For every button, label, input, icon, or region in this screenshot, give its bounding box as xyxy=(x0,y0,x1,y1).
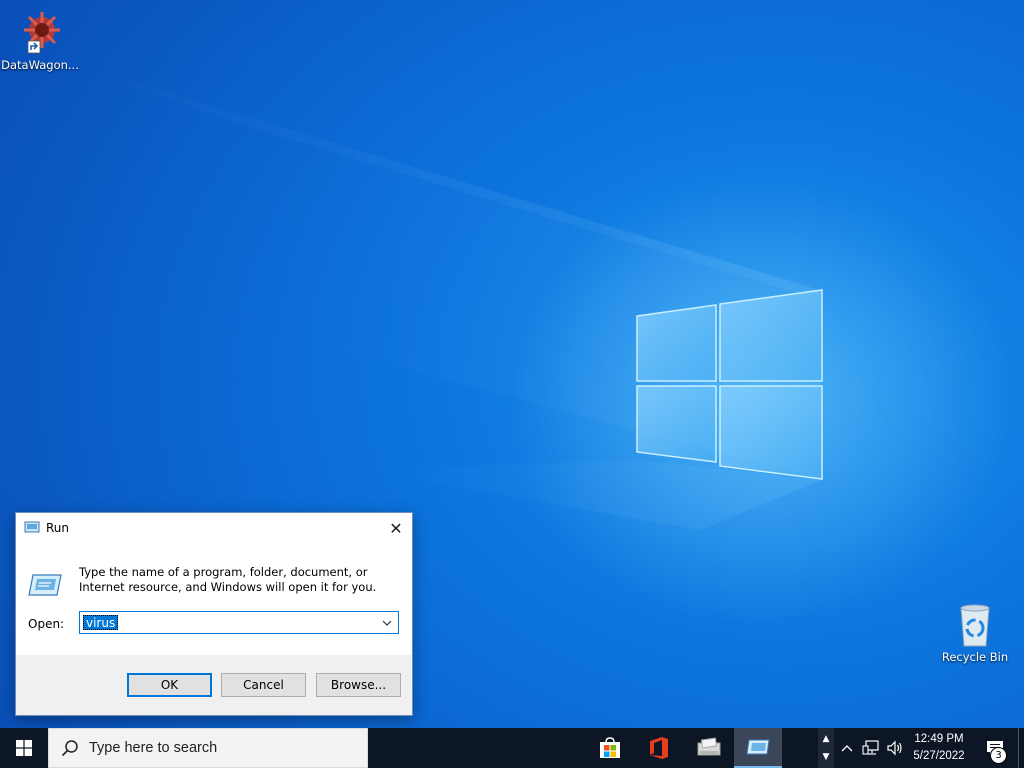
clock-time: 12:49 PM xyxy=(914,733,964,745)
network-tray-button[interactable] xyxy=(860,728,882,768)
volume-icon xyxy=(887,740,902,756)
store-icon xyxy=(600,737,620,758)
ok-button[interactable]: OK xyxy=(127,673,212,697)
run-icon xyxy=(746,739,770,755)
desktop-icon-recycle-bin[interactable]: Recycle Bin xyxy=(935,600,1015,664)
mail-scanner-icon xyxy=(697,737,721,756)
desktop-icon-label: DataWagon... xyxy=(1,58,79,72)
open-combobox[interactable]: virus xyxy=(79,611,399,634)
run-description: Type the name of a program, folder, docu… xyxy=(79,565,377,594)
taskbar-clock[interactable]: 12:49 PM 5/27/2022 xyxy=(904,728,974,768)
taskbar-search[interactable]: Type here to search xyxy=(48,728,368,768)
run-icon xyxy=(24,521,40,536)
chevron-down-icon[interactable] xyxy=(380,615,394,630)
taskbar: Type here to search ▲ ▼ 12:49 PM 5/27/20… xyxy=(0,728,1024,768)
recycle-bin-icon xyxy=(951,600,999,648)
windows-logo-icon xyxy=(16,740,32,756)
show-hidden-icons-button[interactable] xyxy=(838,728,856,768)
chevron-up-icon[interactable]: ▲ xyxy=(823,730,830,748)
desktop-icon-datawagon[interactable]: DataWagon... xyxy=(0,8,80,72)
run-icon xyxy=(27,571,63,599)
run-body: Type the name of a program, folder, docu… xyxy=(16,543,412,655)
office-icon xyxy=(650,737,668,759)
taskbar-app-3[interactable] xyxy=(686,728,732,768)
run-dialog[interactable]: Run ✕ Type the name of a program, folder… xyxy=(15,512,413,716)
taskbar-app-microsoft-store[interactable] xyxy=(587,728,633,768)
network-icon xyxy=(862,740,879,755)
search-placeholder: Type here to search xyxy=(89,740,218,756)
datawagon-gear-shortcut-icon xyxy=(16,8,64,56)
close-button[interactable]: ✕ xyxy=(380,513,412,543)
run-titlebar[interactable]: Run ✕ xyxy=(16,513,412,543)
chevron-down-icon[interactable]: ▼ xyxy=(823,748,830,766)
search-icon xyxy=(61,740,78,757)
cancel-button[interactable]: Cancel xyxy=(221,673,306,697)
run-title: Run xyxy=(46,521,70,535)
run-footer: OK Cancel Browse... xyxy=(16,655,412,715)
show-desktop-button[interactable] xyxy=(1018,728,1024,768)
taskbar-scroll[interactable]: ▲ ▼ xyxy=(818,728,834,768)
volume-tray-button[interactable] xyxy=(884,728,906,768)
taskbar-app-run[interactable] xyxy=(734,728,782,768)
start-button[interactable] xyxy=(0,728,48,768)
open-input[interactable]: virus xyxy=(83,615,119,630)
taskbar-app-office[interactable] xyxy=(636,728,682,768)
clock-date: 5/27/2022 xyxy=(913,750,965,762)
desktop-icon-label: Recycle Bin xyxy=(941,650,1009,664)
chevron-up-icon xyxy=(841,745,853,752)
notification-count-badge: 3 xyxy=(990,747,1007,764)
close-icon: ✕ xyxy=(389,518,403,538)
browse-button[interactable]: Browse... xyxy=(316,673,401,697)
open-label: Open: xyxy=(28,617,65,631)
